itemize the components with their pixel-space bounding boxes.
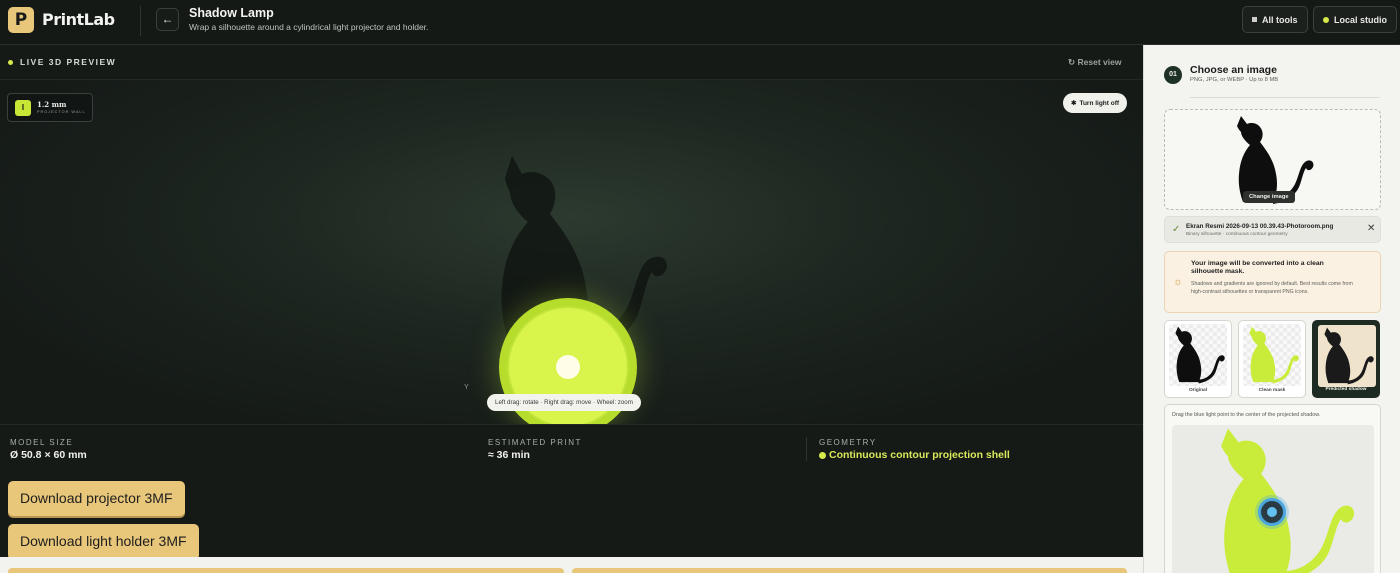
original-preview-image	[1169, 324, 1227, 386]
bottom-strip	[0, 557, 1143, 573]
thumb-caption: Predicted shadow	[1325, 387, 1367, 392]
model-size-value: Ø 50.8 × 60 mm	[10, 449, 87, 461]
sun-icon: ☼	[1173, 276, 1184, 288]
divider	[806, 437, 807, 461]
reset-view-label: Reset view	[1077, 57, 1122, 67]
all-tools-button[interactable]: All tools	[1242, 6, 1308, 33]
arrow-left-icon: ←	[161, 12, 174, 26]
status-dot-icon	[1323, 16, 1329, 23]
conversion-note: ☼ Your image will be converted into a cl…	[1164, 251, 1381, 313]
back-button[interactable]: ←	[156, 8, 179, 31]
step-subtitle: PNG, JPG, or WEBP · Up to 8 MB	[1190, 77, 1279, 83]
model-size-label: MODEL SIZE	[10, 438, 74, 447]
cat-mask-icon	[1249, 326, 1299, 384]
remove-file-icon[interactable]: ✕	[1367, 223, 1375, 234]
file-name: Ekran Resmi 2026-09-13 00.39.43-Photoroo…	[1186, 223, 1334, 230]
grid-icon	[1252, 17, 1257, 22]
download-holder-button[interactable]: Download light holder 3MF	[8, 524, 199, 559]
divider	[140, 6, 141, 36]
model-stats: MODEL SIZE Ø 50.8 × 60 mm ESTIMATED PRIN…	[0, 424, 1143, 472]
estimated-print-label: ESTIMATED PRINT	[488, 438, 582, 447]
light-point-handle[interactable]	[1258, 498, 1286, 526]
cat-silhouette-icon	[1175, 326, 1225, 384]
bottom-button-left[interactable]	[8, 568, 564, 573]
local-studio-label: Local studio	[1334, 14, 1388, 25]
live-preview-label: LIVE 3D PREVIEW	[20, 57, 117, 67]
thumb-caption: Clean mask	[1258, 388, 1286, 393]
check-icon: ✓	[1172, 224, 1181, 235]
page-subtitle: Wrap a silhouette around a cylindrical l…	[189, 22, 429, 32]
wall-thickness-value: 1.2 mm	[37, 100, 67, 109]
light-position-canvas[interactable]	[1172, 425, 1374, 573]
geometry-label: GEOMETRY	[819, 438, 877, 447]
light-icon: ✱	[1071, 100, 1077, 107]
reset-icon: ↻	[1068, 57, 1076, 67]
local-studio-button[interactable]: Local studio	[1313, 6, 1398, 33]
cat-shadow-icon	[1324, 327, 1374, 385]
brand-logo[interactable]: P	[8, 7, 34, 33]
all-tools-label: All tools	[1262, 14, 1298, 25]
wall-thickness-label: PROJECTOR WALL	[37, 110, 86, 114]
live-dot-icon	[8, 60, 13, 65]
bottom-button-right[interactable]	[572, 568, 1127, 573]
brand-name[interactable]: PrintLab	[42, 10, 115, 29]
thumb-predicted-shadow[interactable]: Predicted shadow	[1312, 320, 1380, 398]
file-meta: Binary silhouette · continuous contour g…	[1186, 232, 1288, 237]
geometry-dot-icon	[819, 452, 826, 459]
light-position-box: Drag the blue light point to the center …	[1164, 404, 1381, 573]
shadow-preview-image	[1318, 325, 1376, 387]
turn-light-off-label: Turn light off	[1079, 99, 1120, 107]
geometry-value: Continuous contour projection shell	[829, 449, 1010, 461]
axis-y-label: Y	[464, 384, 469, 391]
note-title: Your image will be converted into a clea…	[1191, 260, 1324, 276]
mask-preview-image	[1243, 324, 1301, 386]
thumb-caption: Original	[1188, 388, 1208, 393]
image-dropzone[interactable]: Change image	[1164, 109, 1381, 210]
reset-view-button[interactable]: ↻ Reset view	[1068, 57, 1121, 68]
wall-thickness-badge: I 1.2 mm PROJECTOR WALL	[7, 93, 93, 122]
drag-hint: Drag the blue light point to the center …	[1172, 412, 1321, 418]
download-projector-button[interactable]: Download projector 3MF	[8, 481, 185, 516]
step-number-badge: 01	[1164, 66, 1182, 84]
selected-file-row: ✓ Ekran Resmi 2026-09-13 00.39.43-Photor…	[1164, 216, 1381, 243]
thumb-original[interactable]: Original	[1164, 320, 1232, 398]
turn-light-off-button[interactable]: ✱ Turn light off	[1063, 93, 1128, 113]
download-area: Download projector 3MF Download light ho…	[0, 472, 1143, 559]
preview-header: LIVE 3D PREVIEW ↻ Reset view	[0, 45, 1143, 80]
settings-panel: 01 Choose an image PNG, JPG, or WEBP · U…	[1143, 45, 1400, 573]
light-aperture	[556, 355, 580, 379]
top-bar: P PrintLab ← Shadow Lamp Wrap a silhouet…	[0, 0, 1400, 45]
ruler-icon: I	[15, 100, 31, 116]
controls-hint: Left drag: rotate · Right drag: move · W…	[487, 394, 641, 411]
divider	[1190, 97, 1380, 98]
thumb-clean-mask[interactable]: Clean mask	[1238, 320, 1306, 398]
estimated-print-value: ≈ 36 min	[488, 449, 530, 461]
step-title: Choose an image	[1190, 64, 1277, 76]
3d-viewport[interactable]: I 1.2 mm PROJECTOR WALL ✱ Turn light off…	[0, 80, 1143, 424]
note-body: Shadows and gradients are ignored by def…	[1191, 281, 1353, 296]
page-title: Shadow Lamp	[189, 6, 274, 20]
change-image-button[interactable]: Change image	[1243, 191, 1295, 203]
cat-mask-large	[1221, 428, 1355, 573]
